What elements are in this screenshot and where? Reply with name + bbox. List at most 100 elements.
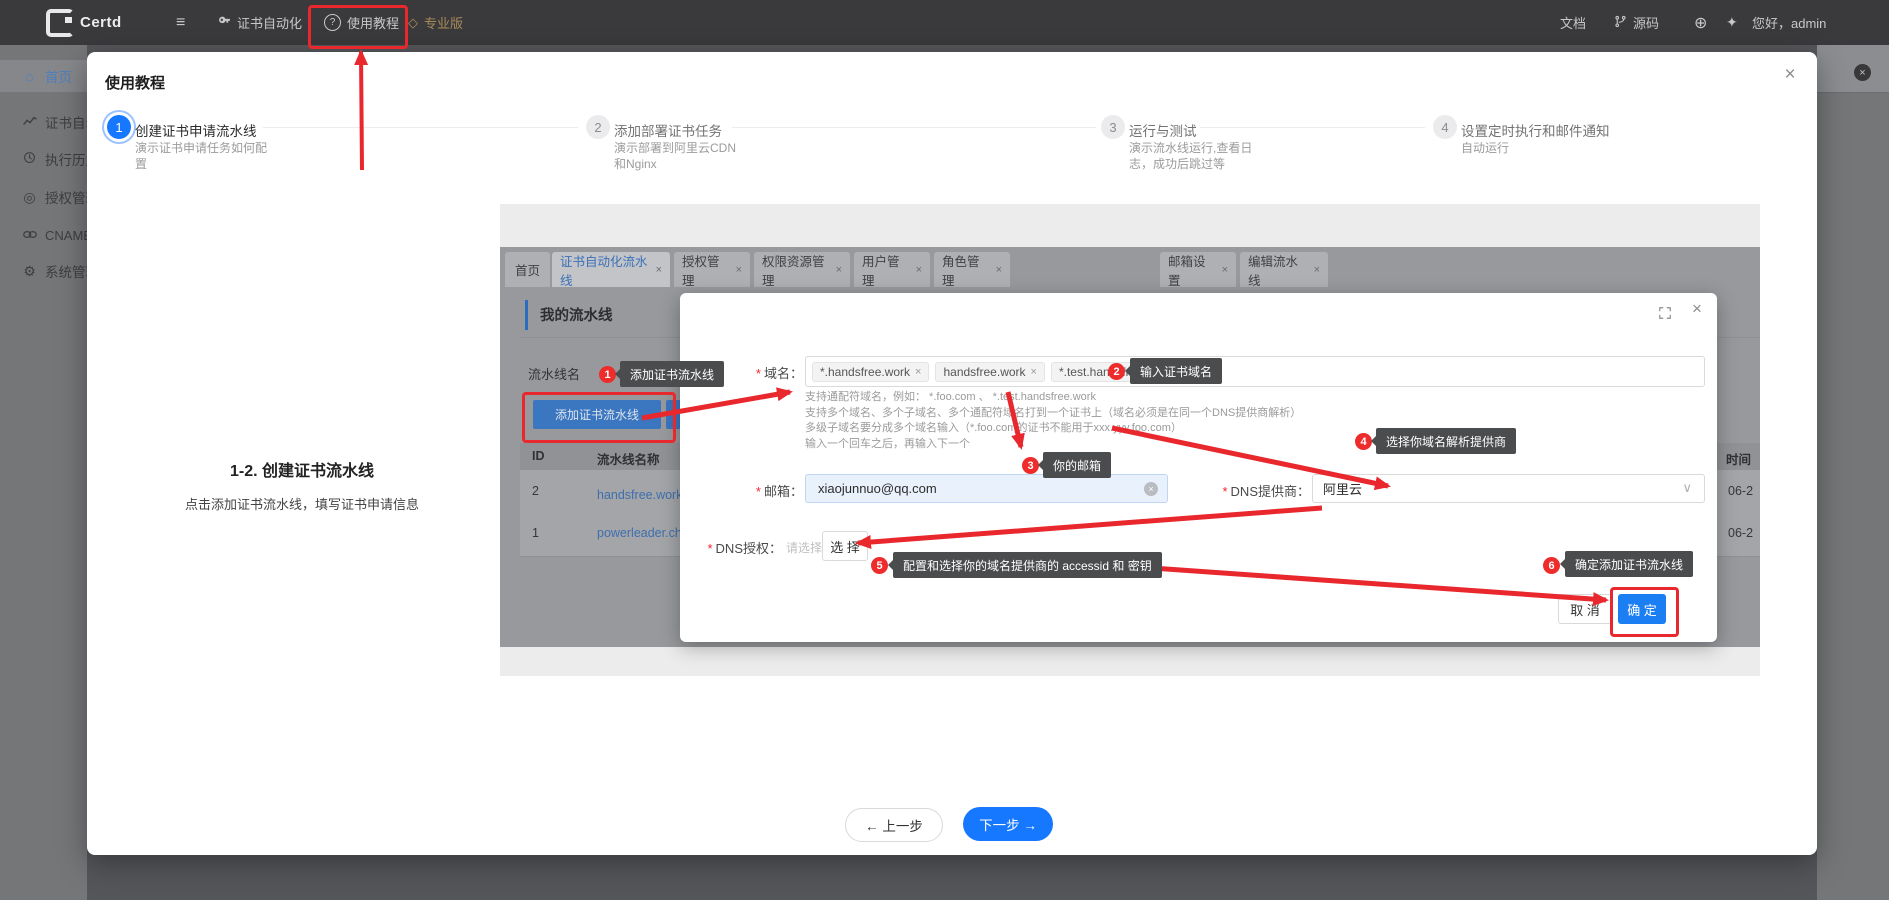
fullscreen-icon[interactable] (1658, 306, 1672, 325)
close-icon[interactable]: × (1692, 299, 1702, 319)
diamond-icon: ◇ (408, 15, 418, 31)
add-pipeline-dialog: × *域名： *.handsfree.work× handsfree.work×… (680, 293, 1717, 642)
close-icon[interactable]: × (915, 366, 921, 378)
sidebar: ⌂ 首页 证书自动化 执行历史 ◎ 授权管理 CNAME设置 ⚙ 系统管理 (0, 45, 87, 900)
user-greeting[interactable]: 您好，admin (1752, 0, 1889, 45)
pipeline-name-filter-label: 流水线名 (528, 364, 580, 383)
question-circle-icon: ? (324, 14, 341, 31)
step-3-desc: 演示流水线运行,查看日志，成功后跳过等 (1129, 140, 1257, 172)
background-tab-strip: × (1817, 45, 1889, 93)
key-icon (218, 15, 231, 31)
domain-tag[interactable]: handsfree.work× (935, 362, 1044, 382)
close-icon[interactable]: × (1031, 366, 1037, 378)
email-input[interactable]: xiaojunnuo@qq.com × (805, 474, 1168, 503)
tab-cert-pipeline[interactable]: 证书自动化流水线× (552, 252, 670, 287)
col-time: 时间 (1726, 449, 1751, 468)
menu-pro-edition[interactable]: ◇ 专业版 (408, 0, 463, 45)
cancel-button[interactable]: 取 消 (1558, 594, 1612, 624)
required-asterisk: * (1222, 484, 1227, 499)
domain-tags-input[interactable]: *.handsfree.work× handsfree.work× *.test… (805, 356, 1705, 387)
sidebar-item-history[interactable]: 执行历史 (0, 143, 87, 175)
dns-auth-placeholder: 请选择 (786, 539, 822, 556)
annotation-tip-2: 输入证书域名 (1130, 358, 1222, 384)
choose-button[interactable]: 选 择 (822, 531, 868, 561)
next-step-button[interactable]: 下一步 → (963, 807, 1053, 841)
background-bottom (0, 855, 1889, 900)
tab-permission[interactable]: 权限资源管理× (754, 252, 850, 287)
close-icon[interactable]: × (736, 264, 742, 276)
tutorial-screenshot: 首页 证书自动化流水线× 授权管理× 权限资源管理× 用户管理× 角色管理× 邮… (500, 204, 1760, 676)
caption-desc: 点击添加证书流水线，填写证书申请信息 (92, 494, 512, 513)
gear-icon: ⚙ (22, 263, 37, 280)
dns-provider-select[interactable]: 阿里云 ∨ (1312, 474, 1705, 503)
panel-title: 我的流水线 (540, 304, 613, 325)
ok-button[interactable]: 确 定 (1618, 594, 1666, 624)
modal-title: 使用教程 (105, 72, 165, 93)
brand-name: Certd (80, 14, 122, 31)
close-icon[interactable]: × (996, 264, 1002, 276)
step-4-indicator: 4 (1433, 115, 1457, 139)
menu-cert-automation[interactable]: 证书自动化 (218, 0, 302, 45)
screenshot-top-strip (500, 204, 1760, 247)
step-3-indicator: 3 (1101, 115, 1125, 139)
step-1-desc: 演示证书申请任务如何配置 (135, 140, 268, 172)
step-connector (1200, 127, 1425, 128)
annotation-tip-3: 你的邮箱 (1043, 452, 1111, 478)
step-caption: 1-2. 创建证书流水线 点击添加证书流水线，填写证书申请信息 (92, 457, 512, 513)
domain-tag[interactable]: *.handsfree.work× (812, 362, 929, 382)
nav-docs[interactable]: 文档 (1560, 0, 1586, 45)
tab-home[interactable]: 首页 (505, 252, 550, 287)
panel-accent-bar (525, 300, 528, 330)
sidebar-item-authorization[interactable]: ◎ 授权管理 (0, 181, 87, 213)
chevron-down-icon: ∨ (1682, 480, 1692, 496)
brand[interactable]: Certd (46, 0, 122, 45)
sidebar-item-home[interactable]: ⌂ 首页 (0, 60, 87, 92)
close-icon[interactable]: × (1314, 264, 1320, 276)
required-asterisk: * (756, 366, 761, 381)
required-asterisk: * (756, 484, 761, 499)
row-id: 1 (532, 526, 539, 540)
row-time: 06-2 (1728, 484, 1753, 498)
close-icon[interactable]: × (836, 264, 842, 276)
background-right-area: × (1817, 45, 1889, 900)
step-2-indicator: 2 (586, 115, 610, 139)
annotation-tip-4: 选择你域名解析提供商 (1376, 428, 1516, 454)
annotation-badge-4: 4 (1355, 433, 1372, 450)
sidebar-item-system[interactable]: ⚙ 系统管理 (0, 255, 87, 287)
prev-step-button[interactable]: ← 上一步 (845, 808, 943, 842)
annotation-tip-6: 确定添加证书流水线 (1565, 551, 1693, 577)
tab-mail-settings[interactable]: 邮箱设置× (1160, 252, 1236, 287)
sparkles-icon[interactable]: ✦ (1726, 0, 1738, 45)
close-icon[interactable]: × (1777, 62, 1803, 88)
step-4-title: 设置定时执行和邮件通知 (1461, 120, 1610, 140)
add-pipeline-button[interactable]: 添加证书流水线 (533, 400, 661, 429)
annotation-badge-5: 5 (871, 557, 888, 574)
tab-authorization[interactable]: 授权管理× (674, 252, 750, 287)
annotation-badge-3: 3 (1022, 457, 1039, 474)
nav-source-code[interactable]: 源码 (1614, 0, 1659, 45)
required-asterisk: * (707, 541, 712, 556)
sidebar-item-cert-automation[interactable]: 证书自动化 (0, 106, 87, 138)
row-id: 2 (532, 484, 539, 498)
git-branch-icon (1614, 15, 1627, 31)
collapse-menu-icon[interactable]: ≡ (176, 0, 185, 45)
close-circle-icon[interactable]: × (1854, 64, 1871, 81)
step-2-title: 添加部署证书任务 (614, 120, 722, 140)
tab-users[interactable]: 用户管理× (854, 252, 930, 287)
clear-icon[interactable]: × (1144, 482, 1158, 496)
tab-roles[interactable]: 角色管理× (934, 252, 1010, 287)
step-connector (732, 127, 1096, 128)
sidebar-item-cname[interactable]: CNAME设置 (0, 218, 87, 250)
menu-tutorial[interactable]: ? 使用教程 (324, 0, 399, 45)
col-id: ID (532, 449, 545, 463)
domain-help-text: 支持通配符域名，例如： *.foo.com 、 *.test.handsfree… (805, 390, 1710, 452)
top-navbar: Certd ≡ 证书自动化 ? 使用教程 ◇ 专业版 文档 源码 ⊕ ✦ 您好，… (0, 0, 1889, 45)
close-icon[interactable]: × (916, 264, 922, 276)
col-name: 流水线名称 (597, 449, 660, 468)
tab-edit-pipeline[interactable]: 编辑流水线× (1240, 252, 1328, 287)
close-icon[interactable]: × (656, 264, 662, 276)
language-globe-icon[interactable]: ⊕ (1694, 0, 1707, 45)
certd-logo-icon (46, 9, 74, 37)
close-icon[interactable]: × (1222, 264, 1228, 276)
pipeline-link[interactable]: powerleader.chat (597, 526, 692, 540)
